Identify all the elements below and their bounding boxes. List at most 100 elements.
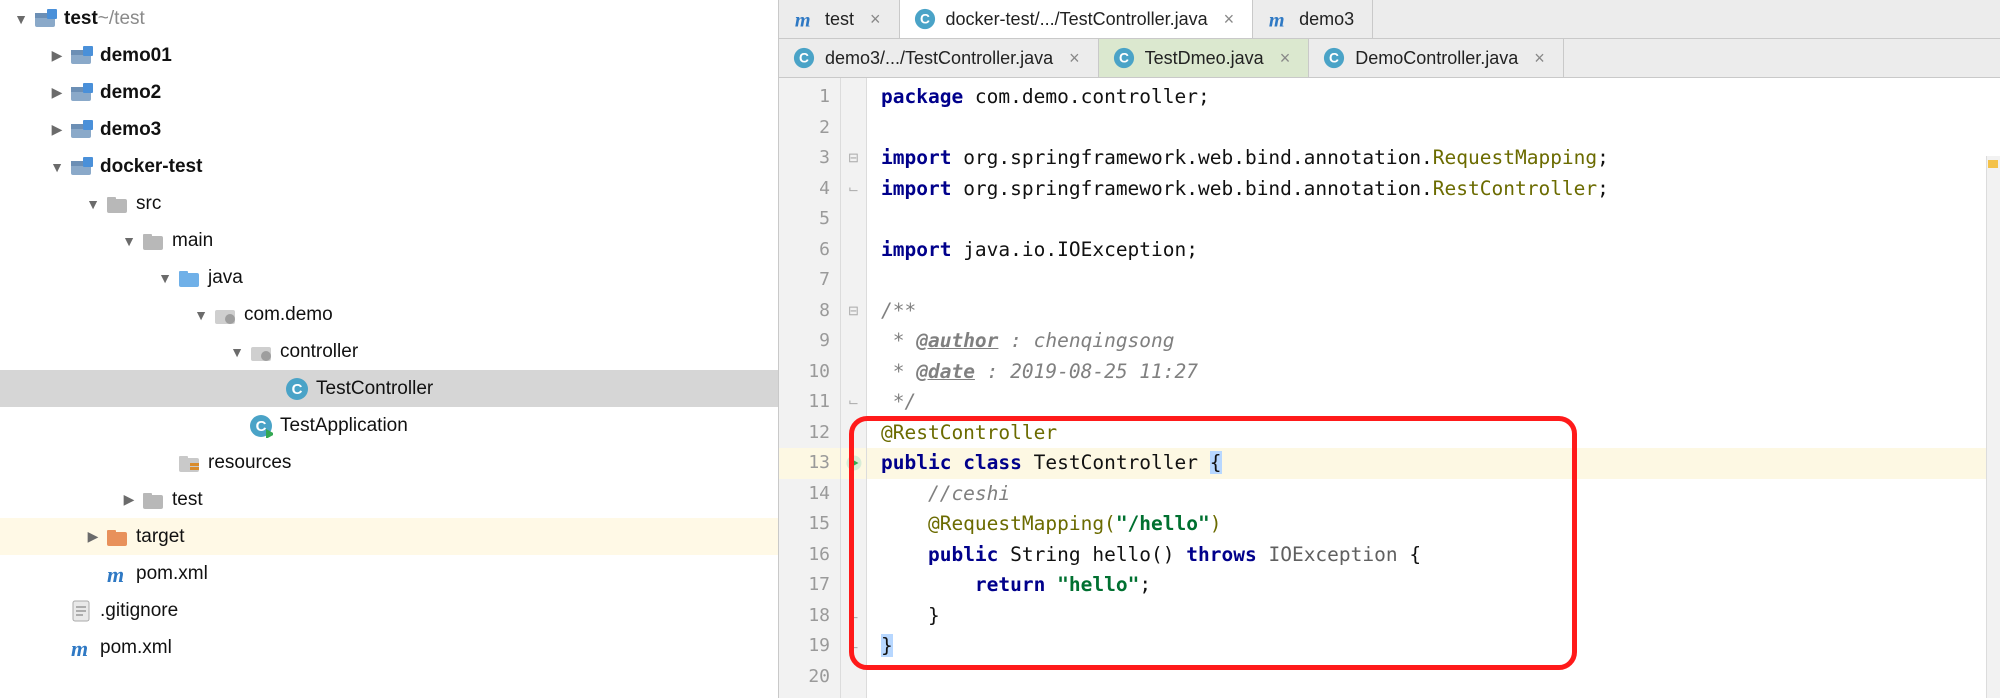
editor-tab[interactable]: test× (779, 0, 900, 38)
tree-item[interactable]: ▶ demo2 (0, 74, 778, 111)
tree-item-label: pom.xml (136, 563, 208, 585)
line-number[interactable]: 2 (779, 113, 840, 144)
tree-item[interactable]: ▶resources (0, 444, 778, 481)
fold-marker (841, 265, 866, 296)
line-number[interactable]: 5 (779, 204, 840, 235)
tree-item[interactable]: ▶test (0, 481, 778, 518)
folder-icon (140, 228, 166, 254)
editor-tab-label: demo3/.../TestController.java (825, 48, 1053, 69)
editor-tab[interactable]: demo3/.../TestController.java × (779, 39, 1099, 77)
tree-item[interactable]: ▼docker-test (0, 148, 778, 185)
editor-tab[interactable]: DemoController.java × (1309, 39, 1564, 77)
tree-item-label: .gitignore (100, 600, 178, 622)
editor-tab[interactable]: docker-test/.../TestController.java× (900, 0, 1254, 38)
line-number[interactable]: 4 (779, 174, 840, 205)
tree-item-label: controller (280, 341, 358, 363)
line-number[interactable]: 17 (779, 570, 840, 601)
line-number[interactable]: 9 (779, 326, 840, 357)
close-icon[interactable]: × (1069, 48, 1080, 69)
code-editor[interactable]: package com.demo.controller; import org.… (867, 78, 2000, 698)
tree-item[interactable]: ▶demo01 (0, 37, 778, 74)
chevron-down-icon[interactable]: ▼ (154, 270, 176, 286)
package-icon (248, 339, 274, 365)
editor-column: test×docker-test/.../TestController.java… (779, 0, 2000, 698)
chevron-right-icon[interactable]: ▶ (118, 491, 140, 508)
tree-item[interactable]: ▼ main (0, 222, 778, 259)
chevron-down-icon[interactable]: ▼ (82, 196, 104, 212)
project-tree-panel[interactable]: ▼test ~/test▶demo01▶demo2▶demo3▼docker-t… (0, 0, 779, 698)
tree-item-label: resources (208, 452, 291, 474)
error-stripe[interactable] (1986, 156, 2000, 698)
exc-folder-icon (104, 524, 130, 550)
tree-item[interactable]: ▼src (0, 185, 778, 222)
fold-marker[interactable]: ⌙ (841, 387, 866, 418)
line-number[interactable]: 10 (779, 357, 840, 388)
line-number[interactable]: 12 (779, 418, 840, 449)
chevron-right-icon[interactable]: ▶ (82, 528, 104, 545)
line-number[interactable]: 8 (779, 296, 840, 327)
maven-icon (104, 561, 130, 587)
line-number[interactable]: 13 (779, 448, 840, 479)
fold-marker[interactable]: ⌙ (841, 601, 866, 632)
tree-item-suffix: ~/test (98, 8, 145, 30)
tree-item[interactable]: ▼ java (0, 259, 778, 296)
tree-item[interactable]: ▶TestController (0, 370, 778, 407)
line-number[interactable]: 19 (779, 631, 840, 662)
chevron-down-icon[interactable]: ▼ (46, 159, 68, 175)
tree-item[interactable]: ▶TestApplication (0, 407, 778, 444)
tree-item[interactable]: ▶target (0, 518, 778, 555)
line-number[interactable]: 7 (779, 265, 840, 296)
module-icon (32, 6, 58, 32)
fold-marker[interactable]: ⊟ (841, 296, 866, 327)
tree-item[interactable]: ▼ test ~/test (0, 0, 778, 37)
chevron-right-icon[interactable]: ▶ (46, 47, 68, 64)
line-number[interactable]: 3 (779, 143, 840, 174)
line-number[interactable]: 6 (779, 235, 840, 266)
tree-item[interactable]: ▶.gitignore (0, 592, 778, 629)
fold-marker[interactable]: ⊟ (841, 143, 866, 174)
line-number[interactable]: 20 (779, 662, 840, 693)
tree-item[interactable]: ▶pom.xml (0, 555, 778, 592)
tree-item[interactable]: ▶demo3 (0, 111, 778, 148)
chevron-right-icon[interactable]: ▶ (46, 121, 68, 138)
chevron-down-icon[interactable]: ▼ (226, 344, 248, 360)
line-number[interactable]: 1 (779, 82, 840, 113)
line-number[interactable]: 15 (779, 509, 840, 540)
editor-tab-label: DemoController.java (1355, 48, 1518, 69)
close-icon[interactable]: × (1534, 48, 1545, 69)
tree-item[interactable]: ▶pom.xml (0, 629, 778, 666)
chevron-down-icon[interactable]: ▼ (118, 233, 140, 249)
close-icon[interactable]: × (1280, 48, 1291, 69)
fold-marker (841, 326, 866, 357)
warning-marker[interactable] (1988, 160, 1998, 168)
line-number[interactable]: 14 (779, 479, 840, 510)
tree-item[interactable]: ▼ controller (0, 333, 778, 370)
editor-tab[interactable]: TestDmeo.java× (1099, 39, 1310, 77)
chevron-right-icon[interactable]: ▶ (46, 84, 68, 101)
chevron-down-icon[interactable]: ▼ (190, 307, 212, 323)
fold-marker[interactable]: ⌙ (841, 631, 866, 662)
tree-item-label: test (64, 8, 98, 30)
tree-item-label: pom.xml (100, 637, 172, 659)
tree-item-label: com.demo (244, 304, 333, 326)
chevron-down-icon[interactable]: ▼ (10, 11, 32, 27)
tree-item-label: demo2 (100, 82, 161, 104)
line-number[interactable]: 16 (779, 540, 840, 571)
tree-item-label: TestApplication (280, 415, 408, 437)
tree-item[interactable]: ▼ com.demo (0, 296, 778, 333)
fold-gutter[interactable]: ⊟⌙⊟⌙⌙⌙ (841, 78, 867, 698)
class-icon (914, 8, 936, 30)
package-icon (212, 302, 238, 328)
fold-marker[interactable]: ⌙ (841, 174, 866, 205)
close-icon[interactable]: × (1224, 9, 1235, 30)
editor-tab[interactable]: demo3 (1253, 0, 1373, 38)
tree-item-label: java (208, 267, 243, 289)
run-gutter-icon[interactable] (841, 448, 866, 479)
line-number[interactable]: 18 (779, 601, 840, 632)
fold-marker (841, 113, 866, 144)
code-area[interactable]: 1234567891011121314151617181920 ⊟⌙⊟⌙⌙⌙ p… (779, 78, 2000, 698)
line-number[interactable]: 11 (779, 387, 840, 418)
tree-item-label: main (172, 230, 213, 252)
close-icon[interactable]: × (870, 9, 881, 30)
line-number-gutter[interactable]: 1234567891011121314151617181920 (779, 78, 841, 698)
